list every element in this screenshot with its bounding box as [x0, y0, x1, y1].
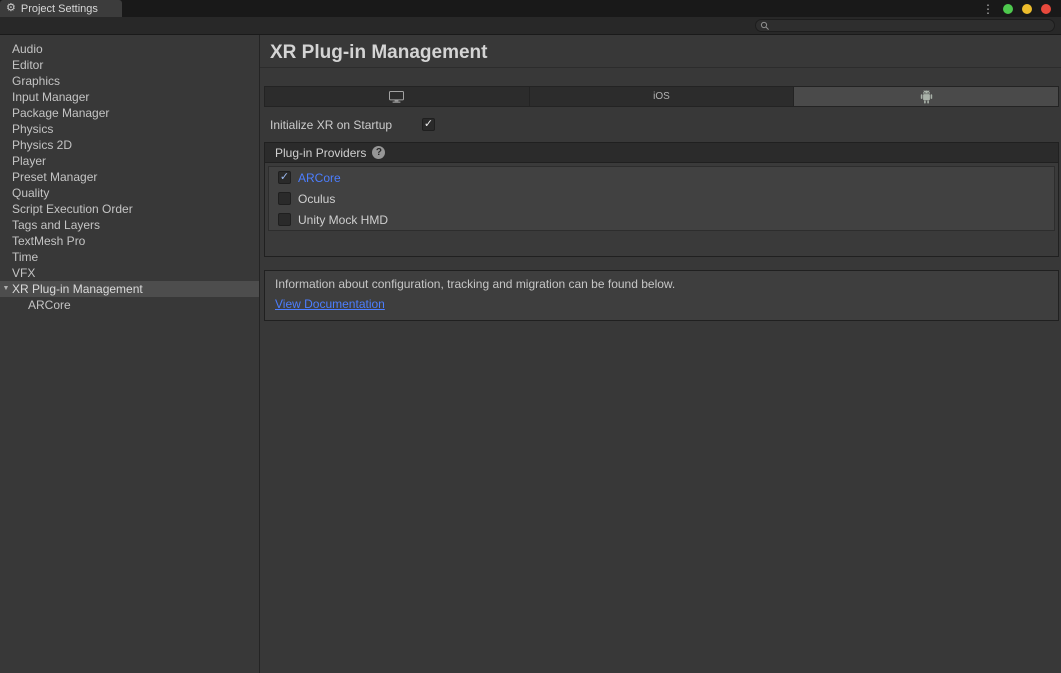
sidebar-item-label: Package Manager: [12, 106, 109, 120]
oculus-checkbox[interactable]: ✓: [278, 192, 291, 205]
view-documentation-link[interactable]: View Documentation: [275, 297, 385, 311]
sidebar-item-label: Input Manager: [12, 90, 89, 104]
sidebar-item-label: XR Plug-in Management: [12, 282, 143, 296]
sidebar-item-label: TextMesh Pro: [12, 234, 85, 248]
platform-tab-bar: iOS: [264, 86, 1059, 107]
provider-row-oculus[interactable]: ✓ Oculus: [269, 188, 1054, 209]
provider-label-unity-mock-hmd: Unity Mock HMD: [298, 213, 388, 227]
provider-row-arcore[interactable]: ✓ ARCore: [269, 167, 1054, 188]
window-controls: ⋮: [982, 0, 1051, 17]
initialize-xr-row: Initialize XR on Startup ✓: [270, 116, 1061, 133]
window-tab-title: Project Settings: [21, 3, 98, 15]
checkmark-icon: ✓: [424, 119, 433, 130]
initialize-xr-label: Initialize XR on Startup: [270, 118, 422, 132]
provider-label-arcore: ARCore: [298, 171, 341, 185]
sidebar-item-label: Tags and Layers: [12, 218, 100, 232]
sidebar-item-preset-manager[interactable]: Preset Manager: [0, 169, 259, 185]
info-box: Information about configuration, trackin…: [264, 270, 1059, 321]
gear-icon: ⚙: [6, 3, 16, 14]
search-icon: [760, 21, 770, 31]
sidebar-item-physics-2d[interactable]: Physics 2D: [0, 137, 259, 153]
plug-in-providers-title: Plug-in Providers: [275, 146, 366, 160]
sidebar-item-label: Physics 2D: [12, 138, 72, 152]
sidebar-item-arcore[interactable]: ARCore: [0, 297, 259, 313]
sidebar-item-label: VFX: [12, 266, 35, 280]
sidebar-item-time[interactable]: Time: [0, 249, 259, 265]
window-control-red[interactable]: [1041, 4, 1051, 14]
window-control-yellow[interactable]: [1022, 4, 1032, 14]
body: Audio Editor Graphics Input Manager Pack…: [0, 35, 1061, 673]
help-icon[interactable]: ?: [372, 146, 385, 159]
info-text: Information about configuration, trackin…: [275, 277, 1048, 292]
tab-android[interactable]: [794, 87, 1058, 106]
sidebar-item-graphics[interactable]: Graphics: [0, 73, 259, 89]
provider-row-unity-mock-hmd[interactable]: ✓ Unity Mock HMD: [269, 209, 1054, 230]
sidebar-item-label: Editor: [12, 58, 43, 72]
settings-content: XR Plug-in Management iOS: [260, 35, 1061, 673]
kebab-menu-icon[interactable]: ⋮: [982, 3, 994, 15]
search-box[interactable]: [755, 19, 1055, 32]
sidebar-item-vfx[interactable]: VFX: [0, 265, 259, 281]
plug-in-providers-box: Plug-in Providers ? ✓ ARCore ✓ Ocul: [264, 142, 1059, 257]
project-settings-window: ⚙ Project Settings ⋮ Audio Editor Graphi…: [0, 0, 1061, 673]
settings-sidebar: Audio Editor Graphics Input Manager Pack…: [0, 35, 260, 673]
tab-desktop[interactable]: [265, 87, 530, 106]
sidebar-item-label: Time: [12, 250, 38, 264]
title-bar: ⚙ Project Settings ⋮: [0, 0, 1061, 17]
sidebar-item-label: Player: [12, 154, 46, 168]
tab-ios-label: iOS: [653, 91, 670, 102]
android-icon: [920, 90, 933, 104]
sidebar-item-editor[interactable]: Editor: [0, 57, 259, 73]
expander-triangle-icon[interactable]: ▼: [1, 281, 11, 297]
sidebar-item-label: Script Execution Order: [12, 202, 133, 216]
toolbar: [0, 17, 1061, 35]
sidebar-item-label: Physics: [12, 122, 53, 136]
tab-ios[interactable]: iOS: [530, 87, 795, 106]
sidebar-item-label: Graphics: [12, 74, 60, 88]
window-tab-project-settings[interactable]: ⚙ Project Settings: [0, 0, 122, 17]
sidebar-item-script-execution-order[interactable]: Script Execution Order: [0, 201, 259, 217]
search-input[interactable]: [773, 20, 1048, 31]
provider-label-oculus: Oculus: [298, 192, 335, 206]
sidebar-item-physics[interactable]: Physics: [0, 121, 259, 137]
sidebar-item-quality[interactable]: Quality: [0, 185, 259, 201]
sidebar-item-label: Audio: [12, 42, 43, 56]
initialize-xr-checkbox[interactable]: ✓: [422, 118, 435, 131]
sidebar-item-label: Quality: [12, 186, 49, 200]
arcore-checkbox[interactable]: ✓: [278, 171, 291, 184]
page-title: XR Plug-in Management: [270, 41, 1051, 65]
sidebar-item-package-manager[interactable]: Package Manager: [0, 105, 259, 121]
sidebar-item-player[interactable]: Player: [0, 153, 259, 169]
sidebar-item-label: Preset Manager: [12, 170, 97, 184]
sidebar-item-audio[interactable]: Audio: [0, 41, 259, 57]
sidebar-item-label: ARCore: [28, 298, 71, 312]
checkmark-icon: ✓: [280, 172, 289, 183]
content-header: XR Plug-in Management: [260, 35, 1061, 68]
sidebar-item-tags-and-layers[interactable]: Tags and Layers: [0, 217, 259, 233]
providers-list: ✓ ARCore ✓ Oculus ✓ Unity M: [268, 166, 1055, 231]
unity-mock-hmd-checkbox[interactable]: ✓: [278, 213, 291, 226]
plug-in-providers-header: Plug-in Providers ?: [265, 143, 1058, 163]
monitor-icon: [389, 91, 404, 103]
sidebar-item-xr-plug-in-management[interactable]: ▼ XR Plug-in Management: [0, 281, 259, 297]
sidebar-item-textmesh-pro[interactable]: TextMesh Pro: [0, 233, 259, 249]
sidebar-item-input-manager[interactable]: Input Manager: [0, 89, 259, 105]
window-control-green[interactable]: [1003, 4, 1013, 14]
